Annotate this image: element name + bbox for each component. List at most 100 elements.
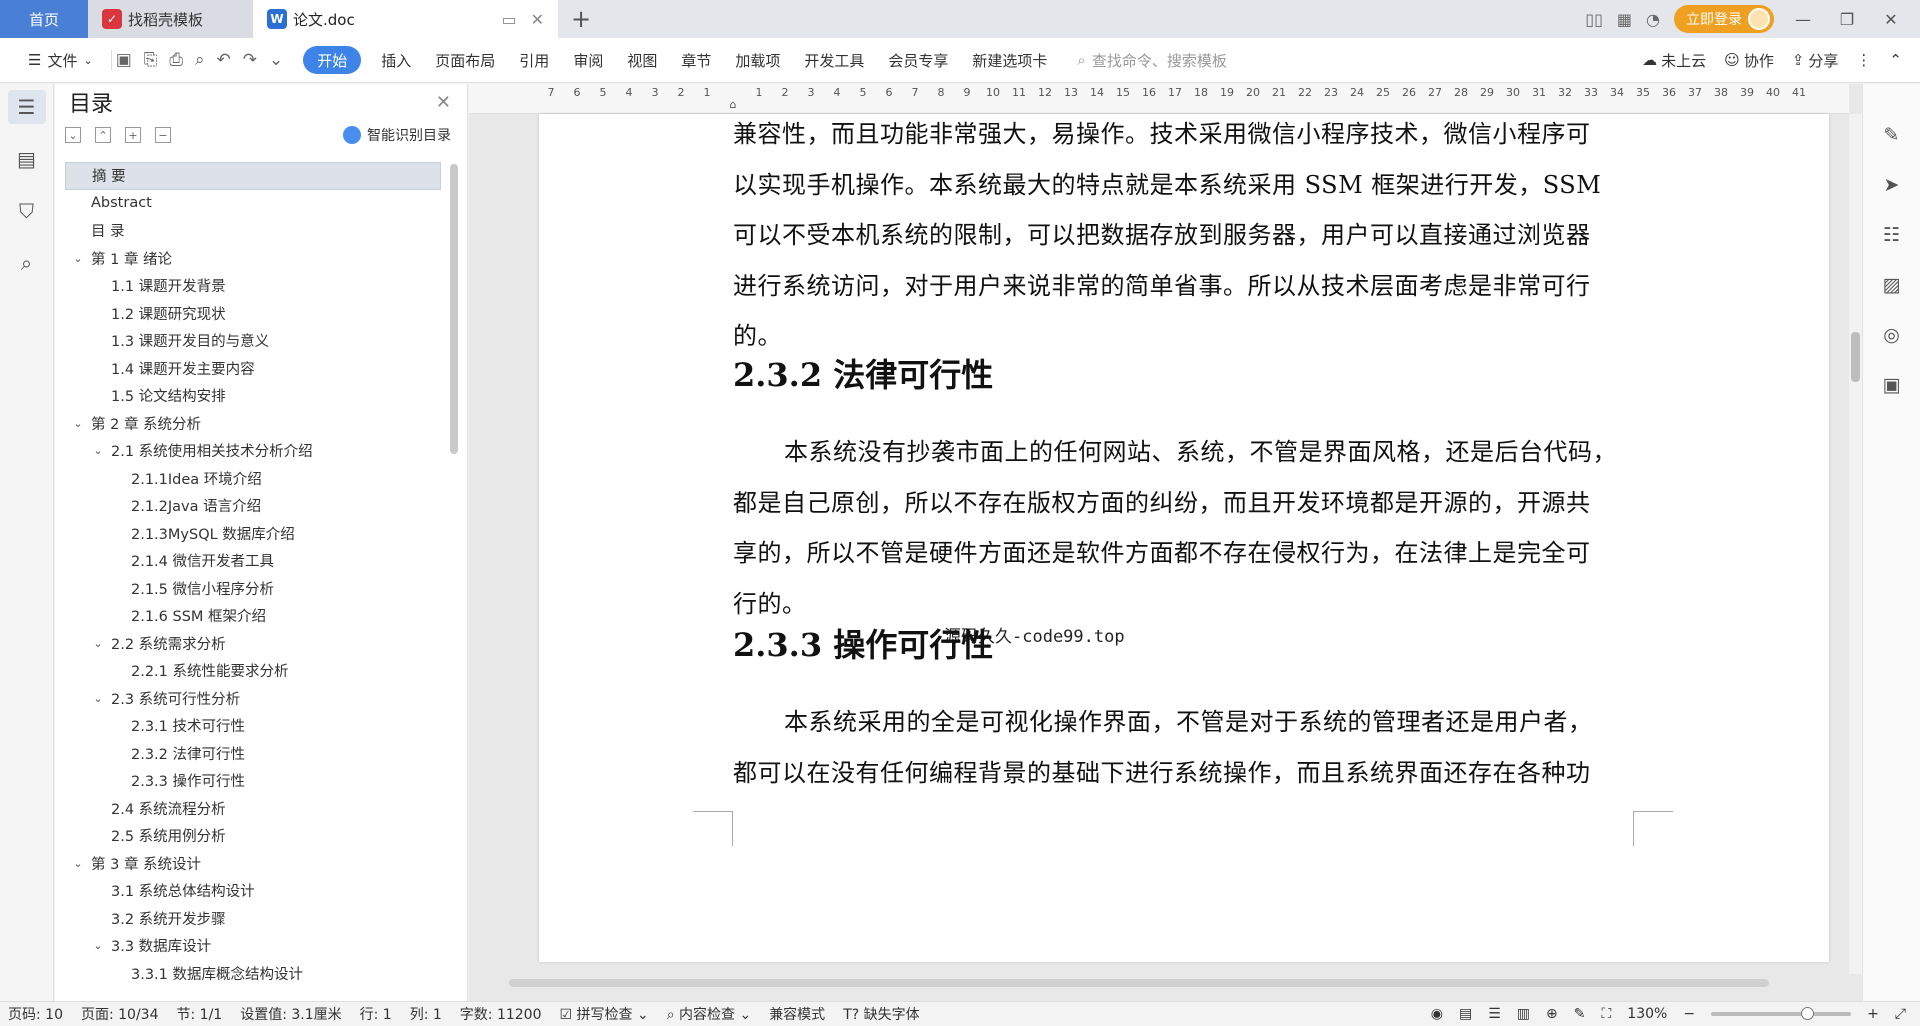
status-words[interactable]: 字数: 11200	[460, 1004, 542, 1024]
toc-item[interactable]: 2.4 系统流程分析	[65, 795, 441, 823]
status-page-code[interactable]: 页码: 10	[8, 1004, 63, 1024]
toc-item[interactable]: 2.1.4 微信开发者工具	[65, 547, 441, 575]
toc-item[interactable]: 1.2 课题研究现状	[65, 300, 441, 328]
sliders-icon[interactable]: ☷	[1883, 224, 1900, 246]
page-view-icon[interactable]: ▤	[1459, 1006, 1472, 1022]
collapse-ribbon-icon[interactable]: ⌃	[1889, 51, 1902, 69]
toc-item[interactable]: 2.1.2Java 语言介绍	[65, 492, 441, 520]
read-view-icon[interactable]: ▥	[1517, 1006, 1530, 1022]
add-item-icon[interactable]: +	[125, 127, 141, 143]
chevron-down-icon[interactable]: ⌄	[91, 444, 105, 457]
toc-item[interactable]: ⌄ 2.3 系统可行性分析	[65, 685, 441, 713]
layout-icon[interactable]: ▯▯	[1585, 10, 1603, 29]
cursor-icon[interactable]: ➤	[1884, 174, 1900, 196]
skin-icon[interactable]: ◔	[1646, 10, 1660, 29]
menu-developer[interactable]: 开发工具	[792, 38, 876, 83]
zoom-out-icon[interactable]: −	[1683, 1006, 1695, 1022]
compass-icon[interactable]: ◎	[1883, 324, 1900, 346]
zoom-slider[interactable]	[1711, 1007, 1852, 1020]
export-pdf-icon[interactable]: ⎘	[144, 50, 158, 70]
chevron-down-icon[interactable]: ⌄	[91, 939, 105, 952]
tab-document[interactable]: W 论文.doc ▭ ✕	[253, 0, 558, 38]
edit-view-icon[interactable]: ✎	[1574, 1006, 1586, 1022]
print-preview-icon[interactable]: ⌕	[195, 50, 205, 70]
toc-nav-icon[interactable]: ☰	[7, 90, 46, 124]
toc-item[interactable]: 2.3.3 操作可行性	[65, 767, 441, 795]
redo-icon[interactable]: ↷	[243, 50, 257, 70]
toc-item[interactable]: 2.5 系统用例分析	[65, 822, 441, 850]
close-window-icon[interactable]: ✕	[1876, 10, 1906, 29]
book-icon[interactable]: ▣	[1883, 374, 1901, 396]
toc-item[interactable]: ⌄ 第 2 章 系统分析	[65, 410, 441, 438]
web-view-icon[interactable]: ⊕	[1546, 1006, 1558, 1022]
customize-icon[interactable]: ⌄	[269, 50, 283, 70]
eye-icon[interactable]: ◉	[1431, 1006, 1443, 1022]
tab-home[interactable]: 首页	[0, 0, 88, 38]
menu-member[interactable]: 会员专享	[876, 38, 960, 83]
chevron-down-icon[interactable]: ⌄	[71, 417, 85, 430]
toc-scrollbar[interactable]	[450, 164, 458, 454]
smart-toc-button[interactable]: 智能识别目录	[343, 125, 451, 145]
close-icon[interactable]: ✕	[436, 92, 451, 113]
toc-item[interactable]: 摘 要	[65, 162, 441, 190]
remove-item-icon[interactable]: −	[155, 127, 171, 143]
toc-item[interactable]: 目 录	[65, 217, 441, 245]
toc-item[interactable]: 1.3 课题开发目的与意义	[65, 327, 441, 355]
menu-start[interactable]: 开始	[303, 46, 362, 74]
spell-check-button[interactable]: ☑ 拼写检查 ⌄	[560, 1004, 649, 1024]
more-icon[interactable]: ⋮	[1856, 51, 1871, 69]
content-check-button[interactable]: ⌕ 内容检查 ⌄	[667, 1004, 751, 1024]
menu-addins[interactable]: 加载项	[723, 38, 792, 83]
fullscreen-icon[interactable]: ⤢	[1895, 1006, 1906, 1022]
menu-review[interactable]: 审阅	[561, 38, 615, 83]
toc-item[interactable]: 1.1 课题开发背景	[65, 272, 441, 300]
indent-marker-icon[interactable]: ⌂	[730, 98, 737, 111]
cloud-status[interactable]: ☁ 未上云	[1642, 50, 1706, 71]
toc-item[interactable]: 2.1.6 SSM 框架介绍	[65, 602, 441, 630]
toc-item[interactable]: ⌄ 第 3 章 系统设计	[65, 850, 441, 878]
bookmark-icon[interactable]: ⛉	[8, 194, 46, 228]
document-page[interactable]: 兼容性，而且功能非常强大，易操作。技术采用微信小程序技术，微信小程序可 以实现手机…	[539, 114, 1829, 962]
image-tool-icon[interactable]: ▨	[1883, 274, 1901, 296]
float-window-icon[interactable]: ▭	[501, 10, 516, 29]
toc-item[interactable]: 1.5 论文结构安排	[65, 382, 441, 410]
zoom-slider-knob[interactable]	[1801, 1007, 1815, 1020]
command-search[interactable]: ⌕ 查找命令、搜索模板	[1059, 50, 1244, 71]
restore-icon[interactable]: ❐	[1832, 10, 1862, 29]
toc-item[interactable]: 3.1 系统总体结构设计	[65, 877, 441, 905]
horizontal-scroll-thumb[interactable]	[509, 979, 1769, 987]
tab-template[interactable]: ✓ 找稻壳模板	[88, 0, 253, 38]
zoom-in-icon[interactable]: +	[1867, 1006, 1879, 1022]
fit-page-icon[interactable]: ⛶	[1601, 1006, 1611, 1022]
chevron-down-icon[interactable]: ⌄	[91, 637, 105, 650]
pen-icon[interactable]: ✎	[1884, 124, 1900, 146]
toc-item[interactable]: 2.1.3MySQL 数据库介绍	[65, 520, 441, 548]
menu-view[interactable]: 视图	[615, 38, 669, 83]
outline-view-icon[interactable]: ☰	[1488, 1006, 1501, 1022]
chevron-down-icon[interactable]: ⌄	[71, 857, 85, 870]
toc-item[interactable]: 3.3.1 数据库概念结构设计	[65, 960, 441, 988]
save-icon[interactable]: ▣	[116, 50, 132, 70]
chevron-down-icon[interactable]: ⌄	[71, 252, 85, 265]
minimize-icon[interactable]: —	[1788, 10, 1818, 29]
toc-item[interactable]: ⌄ 2.2 系统需求分析	[65, 630, 441, 658]
toc-item[interactable]: ⌄ 2.1 系统使用相关技术分析介绍	[65, 437, 441, 465]
status-page[interactable]: 页面: 10/34	[81, 1004, 159, 1024]
new-tab-button[interactable]: +	[558, 0, 604, 38]
menu-new-tab[interactable]: 新建选项卡	[960, 38, 1059, 83]
zoom-level[interactable]: 130%	[1627, 1006, 1667, 1022]
collab-button[interactable]: ☺ 协作	[1724, 50, 1774, 71]
toc-item[interactable]: 2.3.2 法律可行性	[65, 740, 441, 768]
menu-insert[interactable]: 插入	[369, 38, 423, 83]
toc-item[interactable]: 2.1.1Idea 环境介绍	[65, 465, 441, 493]
toc-item[interactable]: 2.3.1 技术可行性	[65, 712, 441, 740]
horizontal-scrollbar[interactable]	[499, 977, 1829, 989]
horizontal-ruler[interactable]: 7 6 5 4 3 2 1 1 2 3 4 5 6 7 8 9 10 11 12 13 14 15 16 17 18 19 20 21…	[469, 84, 1849, 114]
search-nav-icon[interactable]: ⌕	[8, 246, 46, 280]
chevron-down-icon[interactable]: ⌄	[91, 692, 105, 705]
vertical-scrollbar[interactable]	[1849, 114, 1862, 974]
command-search-input[interactable]: 查找命令、搜索模板	[1092, 50, 1227, 71]
toc-item[interactable]: 1.4 课题开发主要内容	[65, 355, 441, 383]
toc-item[interactable]: ⌄ 第 1 章 绪论	[65, 245, 441, 273]
share-button[interactable]: ⇪ 分享	[1792, 50, 1839, 71]
